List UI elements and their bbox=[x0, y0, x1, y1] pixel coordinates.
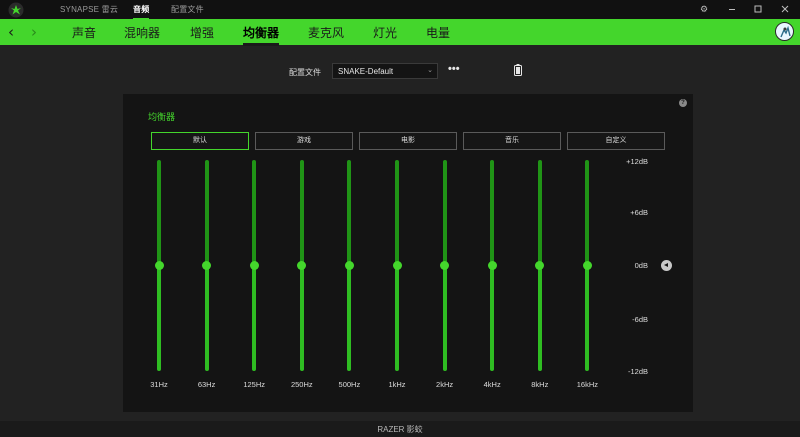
nav-item-equalizer[interactable]: 均衡器 bbox=[243, 24, 280, 46]
eq-band-frequency-label: 2kHz bbox=[436, 380, 454, 389]
tab-audio[interactable]: 音频 bbox=[133, 4, 150, 20]
eq-slider-track-upper[interactable] bbox=[537, 160, 542, 266]
back-chevron-left-icon[interactable]: ‹ bbox=[4, 23, 18, 41]
eq-slider-knob[interactable] bbox=[154, 261, 164, 270]
minimize-icon[interactable] bbox=[726, 3, 738, 15]
eq-slider-knob[interactable] bbox=[392, 261, 402, 270]
eq-slider-track-upper[interactable] bbox=[347, 160, 352, 266]
reset-arrow-left-icon[interactable] bbox=[661, 260, 672, 271]
battery-icon bbox=[514, 64, 522, 76]
profile-label: 配置文件 bbox=[289, 68, 321, 77]
db-label-plus12: +12dB bbox=[626, 157, 648, 166]
db-label-zero: 0dB bbox=[634, 261, 648, 270]
eq-band-frequency-label: 8kHz bbox=[531, 380, 549, 389]
preset-music-button[interactable]: 音乐 bbox=[463, 132, 561, 150]
razer-logo-icon[interactable] bbox=[8, 2, 24, 18]
maximize-icon[interactable] bbox=[752, 3, 764, 15]
preset-custom-button[interactable]: 自定义 bbox=[567, 132, 665, 150]
eq-slider-knob[interactable] bbox=[440, 261, 450, 270]
profile-dropdown[interactable]: SNAKE-Default ⌄ bbox=[332, 63, 438, 79]
eq-slider-track-lower[interactable] bbox=[442, 265, 447, 371]
settings-gear-icon[interactable]: ⚙ bbox=[698, 3, 710, 15]
eq-slider-track-lower[interactable] bbox=[537, 265, 542, 371]
more-options-button[interactable]: ••• bbox=[448, 63, 460, 75]
chevron-down-icon: ⌄ bbox=[427, 67, 433, 74]
eq-slider-track-upper[interactable] bbox=[395, 160, 399, 266]
preset-default-button[interactable]: 默认 bbox=[151, 132, 249, 150]
eq-slider-track-upper[interactable] bbox=[442, 160, 447, 266]
nav-item-lighting[interactable]: 灯光 bbox=[373, 24, 397, 41]
nav-item-power[interactable]: 电量 bbox=[426, 24, 450, 41]
eq-band-frequency-label: 4kHz bbox=[483, 380, 501, 389]
eq-slider-track-lower[interactable] bbox=[204, 265, 209, 371]
eq-slider-knob[interactable] bbox=[202, 261, 212, 270]
equalizer-panel: 均衡器 ? 默认 游戏 电影 音乐 自定义 31Hz 63Hz 125Hz 250Hz… bbox=[123, 94, 693, 412]
avatar-icon bbox=[780, 25, 791, 38]
equalizer-title: 均衡器 bbox=[148, 112, 176, 122]
device-name: RAZER 影蛟 bbox=[377, 425, 423, 434]
eq-slider-track-upper[interactable] bbox=[299, 160, 304, 266]
nav-item-enhancement[interactable]: 增强 bbox=[190, 24, 214, 41]
eq-slider-track-lower[interactable] bbox=[157, 265, 161, 371]
preset-movie-button[interactable]: 电影 bbox=[359, 132, 457, 150]
profile-value: SNAKE-Default bbox=[338, 67, 394, 76]
tab-profiles[interactable]: 配置文件 bbox=[171, 4, 204, 15]
preset-game-button[interactable]: 游戏 bbox=[255, 132, 353, 150]
eq-band-frequency-label: 250Hz bbox=[290, 380, 313, 389]
eq-slider-track-lower[interactable] bbox=[299, 265, 304, 371]
eq-slider-track-upper[interactable] bbox=[585, 160, 590, 266]
footer-bar: RAZER 影蛟 bbox=[0, 421, 800, 437]
nav-item-sound[interactable]: 声音 bbox=[72, 24, 96, 41]
help-icon[interactable]: ? bbox=[679, 99, 687, 107]
eq-band-frequency-label: 31Hz bbox=[150, 380, 168, 389]
eq-slider-track-lower[interactable] bbox=[395, 265, 399, 371]
db-label-minus12: -12dB bbox=[627, 367, 648, 376]
eq-slider-knob[interactable] bbox=[344, 261, 354, 270]
eq-slider-knob[interactable] bbox=[297, 261, 307, 270]
db-label-plus6: +6dB bbox=[630, 208, 648, 217]
eq-slider-knob[interactable] bbox=[582, 261, 592, 270]
nav-item-mixer[interactable]: 混响器 bbox=[124, 24, 160, 41]
eq-slider-track-lower[interactable] bbox=[490, 265, 495, 371]
title-bar: SYNAPSE 雷云 音频 配置文件 ⚙ bbox=[0, 0, 800, 20]
close-icon[interactable] bbox=[779, 3, 791, 15]
section-nav-bar: ‹ › 声音 混响器 增强 均衡器 麦克风 灯光 电量 bbox=[0, 19, 800, 46]
eq-slider-track-upper[interactable] bbox=[204, 160, 209, 266]
eq-band-frequency-label: 500Hz bbox=[338, 380, 361, 389]
eq-band-frequency-label: 16kHz bbox=[576, 380, 599, 389]
eq-slider-track-upper[interactable] bbox=[157, 160, 161, 266]
eq-slider-track-upper[interactable] bbox=[252, 160, 257, 266]
eq-band-frequency-label: 1kHz bbox=[388, 380, 406, 389]
eq-band-frequency-label: 63Hz bbox=[197, 380, 216, 389]
eq-slider-track-lower[interactable] bbox=[252, 265, 257, 371]
eq-slider-knob[interactable] bbox=[249, 261, 259, 270]
tab-synapse[interactable]: SYNAPSE 雷云 bbox=[60, 4, 118, 15]
nav-item-microphone[interactable]: 麦克风 bbox=[308, 24, 344, 41]
user-avatar[interactable] bbox=[775, 22, 794, 41]
eq-slider-track-lower[interactable] bbox=[585, 265, 590, 371]
eq-slider-knob[interactable] bbox=[487, 261, 497, 270]
eq-band-frequency-label: 125Hz bbox=[243, 380, 266, 389]
db-label-minus6: -6dB bbox=[632, 315, 648, 324]
eq-slider-track-lower[interactable] bbox=[347, 265, 352, 371]
forward-chevron-right-icon[interactable]: › bbox=[27, 23, 41, 41]
eq-slider-track-upper[interactable] bbox=[490, 160, 495, 266]
eq-slider-knob[interactable] bbox=[535, 261, 545, 270]
